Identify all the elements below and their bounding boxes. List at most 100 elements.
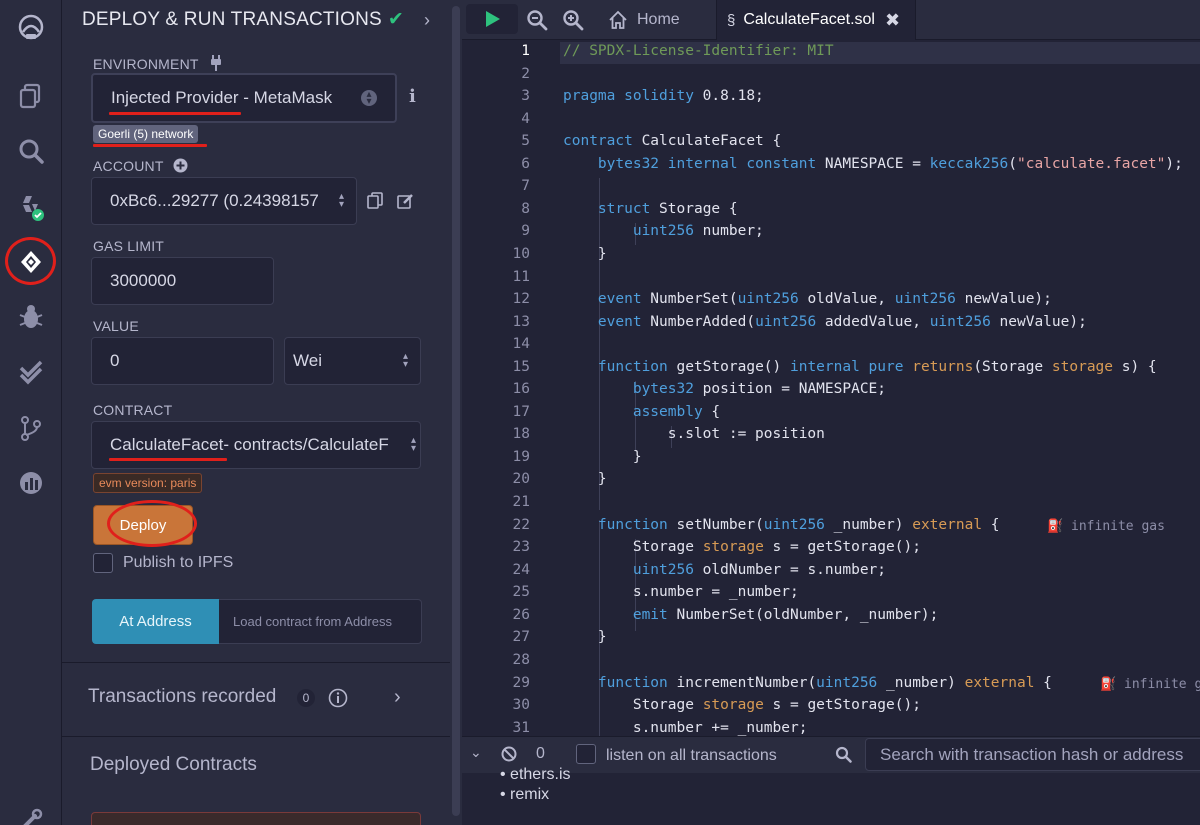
code-line: } [563, 449, 642, 465]
environment-select[interactable]: Injected Provider - MetaMask ▴ ▾ [91, 73, 397, 123]
file-explorer-icon[interactable] [11, 76, 51, 116]
environment-value: Injected Provider - MetaMask [111, 88, 333, 107]
listen-all-checkbox[interactable] [576, 744, 596, 764]
load-contract-input[interactable]: Load contract from Address [219, 599, 422, 644]
remix-logo-icon[interactable] [11, 8, 51, 48]
account-label: ACCOUNT [93, 158, 188, 174]
select-arrows-icon: ▴ ▾ [361, 90, 377, 107]
tab-home[interactable]: Home [608, 0, 716, 40]
zoom-in-icon[interactable] [562, 9, 584, 31]
code-line: function setNumber(uint256 _number) exte… [597, 517, 1000, 533]
contract-name: CalculateFacet [110, 435, 224, 454]
gas-pump-icon: ⛽ [1047, 519, 1064, 534]
zoom-out-icon[interactable] [526, 9, 548, 31]
line-number: 17 [512, 404, 530, 420]
edit-icon[interactable] [397, 193, 414, 209]
close-tab-icon[interactable]: ✖ [885, 10, 900, 31]
panel-scrollbar-thumb[interactable] [452, 6, 460, 816]
line-number: 2 [521, 66, 530, 82]
line-number: 12 [512, 291, 530, 307]
gas-limit-input[interactable]: 3000000 [91, 257, 274, 305]
select-arrows-icon: ▴ ▾ [402, 351, 408, 370]
icon-rail [0, 0, 62, 825]
collapse-terminal-icon[interactable]: ⌄ [470, 744, 482, 761]
line-number: 30 [512, 697, 530, 713]
clear-console-icon[interactable] [501, 746, 517, 762]
publish-ipfs-label: Publish to IPFS [123, 554, 234, 571]
test-icon[interactable] [11, 352, 51, 392]
chevron-right-icon[interactable]: › [394, 686, 401, 709]
gas-estimate-hint: ⛽ infinite gas [1047, 519, 1165, 534]
play-icon [486, 11, 500, 27]
deployed-contracts-label: Deployed Contracts [90, 754, 257, 775]
gas-estimate-hint: ⛽ infinite ga [1100, 677, 1200, 692]
listen-all-label: listen on all transactions [606, 747, 777, 764]
line-number: 11 [512, 269, 530, 285]
deploy-run-panel: DEPLOY & RUN TRANSACTIONS ✔ › ENVIRONMENT… [62, 0, 450, 825]
line-number: 14 [512, 336, 530, 352]
transaction-search-input[interactable]: Search with transaction hash or address [865, 738, 1200, 771]
code-line: event NumberSet(uint256 oldValue, uint25… [597, 291, 1052, 307]
git-icon[interactable] [11, 408, 51, 448]
solidity-compiler-icon[interactable] [11, 187, 51, 227]
value-unit-select[interactable]: Wei ▴ ▾ [284, 337, 421, 385]
code-line: s.number = _number; [563, 584, 799, 600]
analytics-icon[interactable] [11, 463, 51, 503]
contract-label: CONTRACT [93, 402, 173, 418]
line-number: 13 [512, 314, 530, 330]
value-unit-text: Wei [293, 351, 322, 370]
run-script-button[interactable] [466, 4, 518, 34]
pending-tx-count: 0 [536, 745, 545, 762]
tab-calculatefacet[interactable]: § CalculateFacet.sol ✖ [716, 0, 916, 40]
search-icon [835, 746, 852, 763]
line-number: 19 [512, 449, 530, 465]
solidity-file-icon: § [727, 11, 736, 29]
code-line: bytes32 position = NAMESPACE; [632, 381, 887, 397]
panel-scrollbar[interactable] [450, 0, 462, 825]
add-account-icon[interactable] [173, 158, 188, 173]
at-address-button[interactable]: At Address [92, 599, 219, 644]
code-line: } [563, 471, 607, 487]
line-number: 31 [512, 720, 530, 736]
settings-icon[interactable] [11, 800, 51, 825]
select-arrows-icon: ▴ ▾ [338, 191, 344, 210]
code-line: pragma solidity 0.8.18; [563, 88, 764, 104]
panel-title: DEPLOY & RUN TRANSACTIONS ✔ [82, 8, 404, 31]
account-select[interactable]: 0xBc6...29277 (0.24398157 ▴ ▾ [91, 177, 357, 225]
evm-version-badge: evm version: paris [93, 473, 203, 493]
contract-select[interactable]: CalculateFacet - contracts/CalculateF ▴ ▾ [91, 421, 421, 469]
transactions-recorded-label[interactable]: Transactions recorded [88, 686, 276, 708]
code-editor[interactable]: 1 2 3 4 5 6 7 8 9 10 11 12 13 14 15 16 1… [462, 40, 1200, 736]
publish-ipfs-checkbox[interactable] [93, 553, 113, 573]
gas-pump-icon: ⛽ [1100, 677, 1117, 692]
terminal-list-item[interactable]: • ethers.js [500, 765, 571, 779]
line-number: 16 [512, 381, 530, 397]
line-number: 23 [512, 539, 530, 555]
code-line: Storage storage s = getStorage(); [563, 697, 921, 713]
line-number: 27 [512, 629, 530, 645]
environment-label-text: ENVIRONMENT [93, 56, 199, 72]
account-value: 0xBc6...29277 (0.24398157 [110, 191, 319, 210]
editor-topbar: Home § CalculateFacet.sol ✖ [462, 0, 1200, 40]
code-line: struct Storage { [597, 201, 738, 217]
search-icon[interactable] [11, 131, 51, 171]
deploy-button-highlight [107, 500, 197, 547]
info-icon[interactable]: i [409, 86, 416, 107]
line-number: 1 [521, 43, 530, 59]
copy-icon[interactable] [367, 192, 383, 209]
info-circle-icon[interactable] [328, 688, 348, 708]
chevron-right-icon[interactable]: › [424, 10, 430, 31]
line-number: 20 [512, 471, 530, 487]
code-line: contract CalculateFacet { [563, 133, 782, 149]
terminal-item-text: ethers.js [510, 766, 571, 779]
code-line: function getStorage() internal pure retu… [597, 359, 1157, 375]
code-line: function incrementNumber(uint256 _number… [597, 675, 1052, 691]
line-number: 5 [521, 133, 530, 149]
code-line: } [563, 246, 607, 262]
line-number: 26 [512, 607, 530, 623]
line-number: 25 [512, 584, 530, 600]
code-line: assembly { [632, 404, 721, 420]
value-input[interactable]: 0 [91, 337, 274, 385]
code-line: // SPDX-License-Identifier: MIT [563, 43, 834, 59]
debugger-icon[interactable] [11, 297, 51, 337]
